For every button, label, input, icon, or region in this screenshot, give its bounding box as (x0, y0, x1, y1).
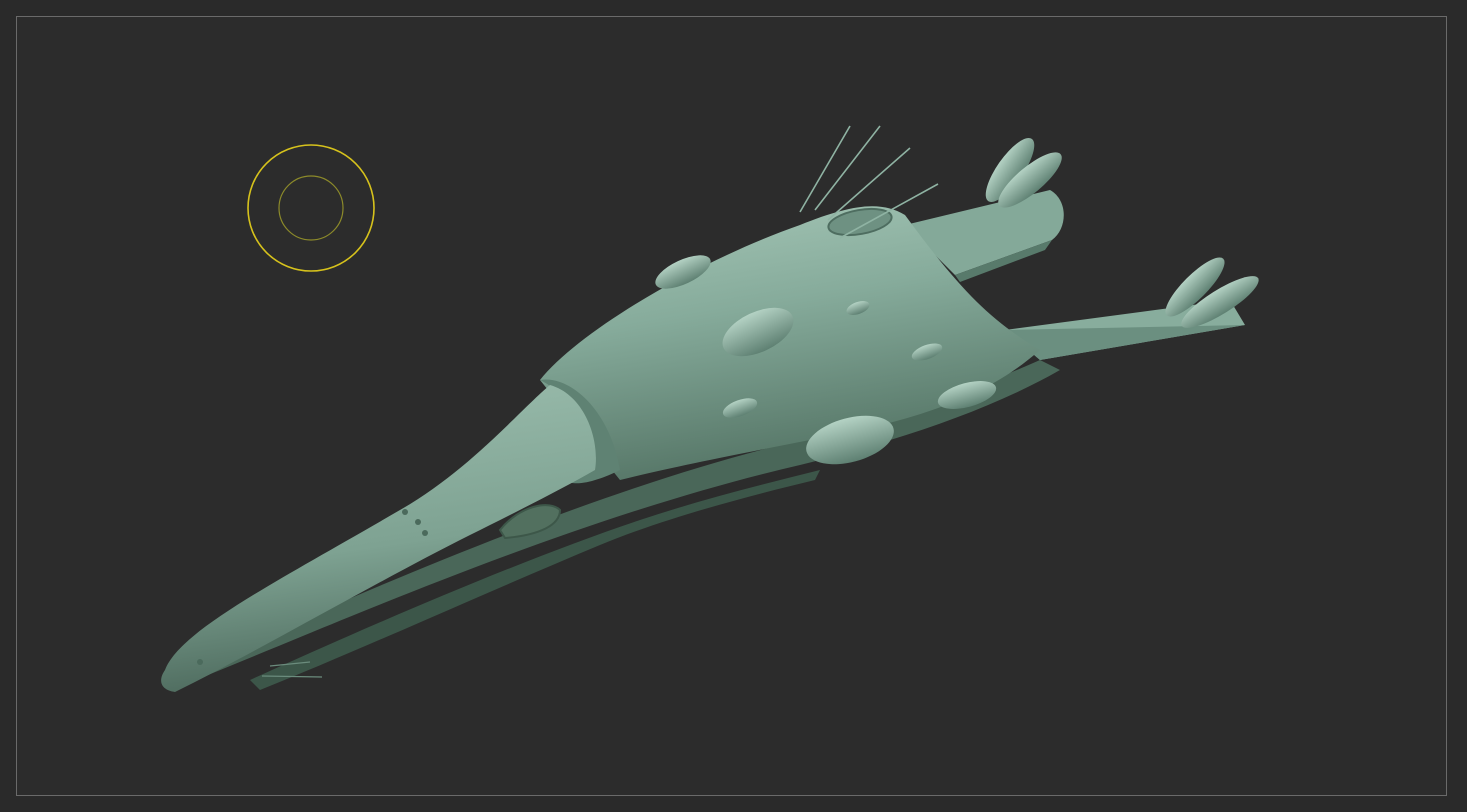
brush-cursor-icon (247, 144, 375, 272)
rear-wing-right (1005, 257, 1259, 360)
document-viewport[interactable] (0, 0, 1467, 812)
sculpt-mesh-render[interactable] (0, 0, 1467, 812)
